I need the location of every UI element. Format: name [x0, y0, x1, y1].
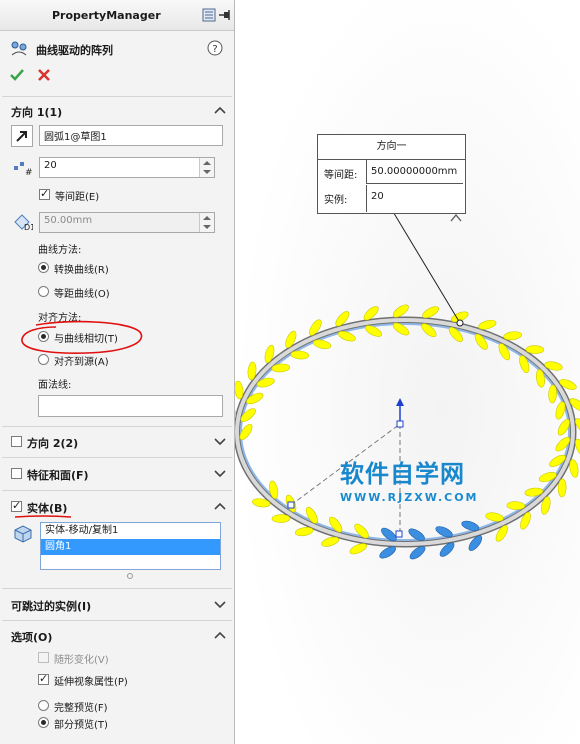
- vary-sketch-checkbox[interactable]: [38, 652, 49, 663]
- path-selection-field[interactable]: 圆弧1@草图1: [39, 125, 223, 146]
- bodies-checkbox[interactable]: [11, 499, 22, 512]
- direction-arrow-icon: [16, 131, 27, 142]
- options-section-header[interactable]: 选项(O): [0, 626, 234, 646]
- path-selection-value: 圆弧1@草图1: [44, 132, 107, 143]
- divider: [2, 620, 232, 621]
- property-manager-title: PropertyManager: [52, 9, 161, 22]
- feature-title: 曲线驱动的阵列: [36, 44, 113, 57]
- red-underline-annotation: [14, 515, 72, 518]
- chevron-up-icon[interactable]: [214, 630, 226, 640]
- callout-spacing-value[interactable]: 50.00000000mm: [366, 160, 463, 184]
- instances-input[interactable]: 20: [39, 157, 215, 178]
- features-faces-checkbox[interactable]: [11, 468, 22, 479]
- help-icon[interactable]: ?: [207, 40, 223, 56]
- radio-offset-curve[interactable]: [38, 286, 49, 297]
- chevron-up-icon[interactable]: [214, 501, 226, 511]
- radio-full-preview[interactable]: [38, 700, 49, 711]
- radio-transform-curve[interactable]: [38, 262, 49, 273]
- direction2-checkbox[interactable]: [11, 436, 22, 447]
- partial-preview-label: 部分预览(T): [54, 720, 108, 731]
- divider: [2, 426, 232, 427]
- pattern-leaf: [271, 514, 291, 523]
- watermark-sub-text: WWW.RJZXW.COM: [340, 491, 479, 504]
- direction2-label: 方向 2(2): [27, 437, 79, 450]
- bodies-list[interactable]: 实体-移动/复制1 圆角1: [40, 522, 221, 570]
- svg-text:D1: D1: [24, 223, 33, 231]
- face-normal-field[interactable]: [38, 395, 223, 417]
- chevron-down-icon[interactable]: [214, 599, 226, 609]
- instances-to-skip-label: 可跳过的实例(I): [11, 600, 92, 613]
- callout-instances-label: 实例:: [324, 195, 348, 206]
- body-icon: [14, 525, 32, 543]
- callout-title: 方向一: [318, 135, 465, 160]
- radio-align-to-source[interactable]: [38, 354, 49, 365]
- face-normal-label: 面法线:: [38, 380, 72, 391]
- vary-sketch-label: 随形变化(V): [54, 655, 109, 666]
- cancel-x-icon[interactable]: [36, 67, 52, 83]
- divider: [2, 457, 232, 458]
- full-preview-label: 完整预览(F): [54, 703, 108, 714]
- chevron-down-icon[interactable]: [214, 436, 226, 446]
- callout-instances-value[interactable]: 20: [366, 185, 463, 212]
- divider: [2, 588, 232, 589]
- property-manager-header: PropertyManager: [0, 0, 234, 31]
- callout-spacing-label: 等间距:: [324, 170, 358, 181]
- direction1-section-header[interactable]: 方向 1(1): [0, 101, 234, 121]
- ok-check-icon[interactable]: [9, 67, 25, 83]
- seed-handle[interactable]: [395, 530, 403, 538]
- spacing-input[interactable]: 50.00mm: [39, 212, 215, 233]
- equal-spacing-checkbox[interactable]: [39, 187, 50, 200]
- offset-curve-label: 等距曲线(O): [54, 289, 110, 300]
- pattern-leaf: [525, 345, 545, 354]
- property-manager-panel: PropertyManager 曲线驱动的阵列 ? 方向 1(1) 圆弧1@草图…: [0, 0, 235, 744]
- watermark-main-text: 软件自学网: [340, 460, 465, 488]
- leader-end-dot: [456, 319, 464, 327]
- red-circle-annotation: [21, 320, 143, 354]
- chevron-down-icon[interactable]: [214, 468, 226, 478]
- divider: [2, 490, 232, 491]
- divider: [2, 96, 232, 97]
- radio-partial-preview[interactable]: [38, 717, 49, 728]
- options-label: 选项(O): [11, 631, 53, 644]
- direction-callout: 方向一 等间距: 50.00000000mm 实例: 20: [317, 134, 466, 214]
- curve-method-label: 曲线方法:: [38, 245, 82, 256]
- panel-options-icon[interactable]: [202, 8, 216, 22]
- spacing-value: 50.00mm: [44, 215, 93, 226]
- align-to-source-label: 对齐到源(A): [54, 357, 109, 368]
- seed-handle[interactable]: [287, 501, 295, 509]
- instances-to-skip-section-header[interactable]: 可跳过的实例(I): [0, 595, 234, 615]
- direction-arrow-button[interactable]: [11, 125, 33, 147]
- propagate-visual-label: 延伸视象属性(P): [54, 677, 128, 688]
- graphics-area[interactable]: [235, 0, 580, 744]
- features-faces-label: 特征和面(F): [27, 469, 89, 482]
- transform-curve-label: 转换曲线(R): [54, 265, 109, 276]
- bodies-list-item[interactable]: 实体-移动/复制1: [41, 523, 220, 539]
- instances-value: 20: [44, 160, 57, 171]
- spacing-spinner[interactable]: [199, 213, 214, 232]
- spacing-icon: D1: [14, 214, 33, 231]
- triad-origin-handle[interactable]: [396, 420, 404, 428]
- direction2-section-header[interactable]: 方向 2(2): [0, 432, 234, 452]
- features-faces-section-header[interactable]: 特征和面(F): [0, 464, 234, 484]
- pushpin-icon[interactable]: [218, 8, 232, 22]
- instances-icon: #: [14, 162, 33, 176]
- svg-text:#: #: [25, 168, 33, 176]
- bodies-list-item-selected[interactable]: 圆角1: [41, 539, 220, 555]
- equal-spacing-label: 等间距(E): [55, 192, 100, 203]
- scroll-dot-icon: [127, 573, 133, 579]
- curve-pattern-icon: [11, 41, 27, 56]
- help-glyph: ?: [212, 44, 217, 55]
- direction1-label: 方向 1(1): [11, 106, 63, 119]
- propagate-visual-checkbox[interactable]: [38, 672, 49, 685]
- watermark: 软件自学网 WWW.RJZXW.COM: [340, 454, 479, 504]
- instances-spinner[interactable]: [199, 158, 214, 177]
- chevron-up-icon[interactable]: [214, 105, 226, 115]
